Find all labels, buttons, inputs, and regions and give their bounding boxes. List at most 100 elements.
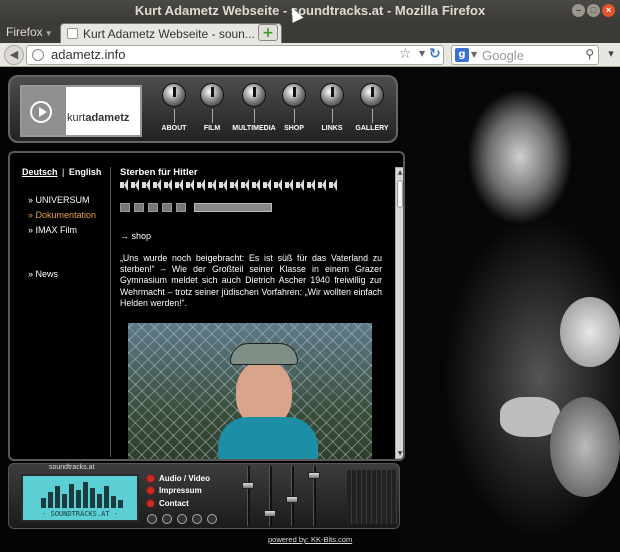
lcd-label: soundtracks.at <box>49 464 95 471</box>
fader-handle[interactable] <box>242 482 254 489</box>
mixer-panel: soundtracks.at - SOUNDTRACKS.AT - Audio … <box>8 463 400 529</box>
knob-stem <box>173 109 175 123</box>
nav-knob-links[interactable]: LINKS <box>310 83 354 132</box>
audio-video-link[interactable]: Audio / Video <box>147 474 210 483</box>
speaker-icon <box>153 179 164 191</box>
artist-photo <box>400 67 620 552</box>
firefox-menu-button[interactable]: Firefox ▼ <box>6 25 53 39</box>
nav-knob-film[interactable]: FILM <box>190 83 234 132</box>
nav-label-film[interactable]: FILM <box>190 125 234 132</box>
prev-control-icon[interactable] <box>177 514 187 524</box>
knob-stem <box>371 109 373 123</box>
site-logo[interactable]: kurtadametz <box>20 85 142 137</box>
led-icon <box>147 475 154 482</box>
article-title: Sterben für Hitler <box>120 167 198 178</box>
toolbar-overflow-icon[interactable]: ▾ <box>604 47 618 62</box>
drum-image <box>560 297 620 367</box>
contact-label[interactable]: Contact <box>159 499 189 508</box>
content-scrollbar[interactable]: ▲ ▼ <box>395 167 403 459</box>
fader-track <box>247 466 250 526</box>
pause-icon[interactable] <box>148 203 158 212</box>
speaker-grille <box>347 470 397 524</box>
article-quote: „Uns wurde noch beigebracht: Es ist süß … <box>120 253 382 308</box>
maximize-button[interactable]: □ <box>587 4 600 17</box>
speaker-icon <box>241 179 252 191</box>
search-icon[interactable]: ⚲ <box>585 47 594 61</box>
nav-knob-gallery[interactable]: GALLERY <box>350 83 394 132</box>
url-bar[interactable]: adametz.info ☆ ▼ ↻ <box>26 45 444 65</box>
sidebar-item-dokumentation[interactable]: » Dokumentation <box>28 210 96 220</box>
search-box[interactable]: g ▼ Google ⚲ <box>451 45 599 65</box>
knob-icon <box>282 83 306 107</box>
impressum-label[interactable]: Impressum <box>159 486 202 495</box>
stop-icon[interactable] <box>162 203 172 212</box>
led-icon <box>147 487 154 494</box>
speaker-icon <box>263 179 274 191</box>
progress-bar[interactable] <box>194 203 272 212</box>
jacket-shape <box>218 417 318 459</box>
engine-dropdown-icon[interactable]: ▼ <box>471 50 477 59</box>
navigation-bar: ◀ adametz.info ☆ ▼ ↻ g ▼ Google ⚲ ▾ <box>0 43 620 67</box>
tab-active[interactable]: Kurt Adametz Webseite - soun... ✕ <box>60 23 282 43</box>
language-switcher: Deutsch | English <box>22 167 112 177</box>
minimize-button[interactable]: – <box>572 4 585 17</box>
forward-icon[interactable] <box>176 203 186 212</box>
next-control-icon[interactable] <box>192 514 202 524</box>
knob-stem <box>293 109 295 123</box>
audio-video-label[interactable]: Audio / Video <box>159 474 210 483</box>
speaker-icon <box>186 179 197 191</box>
language-english-link[interactable]: English <box>69 167 102 177</box>
eq-bar <box>55 486 60 508</box>
new-tab-button[interactable]: + <box>258 24 278 41</box>
shop-link[interactable]: → shop <box>120 231 151 241</box>
pause-control-icon[interactable] <box>162 514 172 524</box>
stop-control-icon[interactable] <box>207 514 217 524</box>
powered-by-link[interactable]: powered by: KK-Bits.com <box>268 535 352 544</box>
knob-icon <box>360 83 384 107</box>
impressum-link[interactable]: Impressum <box>147 486 202 495</box>
history-dropdown-icon[interactable]: ▼ <box>419 49 425 58</box>
play-control-icon[interactable] <box>147 514 157 524</box>
nav-label-links[interactable]: LINKS <box>310 125 354 132</box>
fader-handle[interactable] <box>286 496 298 503</box>
nav-label-multimedia[interactable]: MULTIMEDIA <box>232 125 276 132</box>
search-placeholder[interactable]: Google <box>482 48 524 63</box>
reload-icon[interactable]: ↻ <box>429 46 441 62</box>
drum-lower-image <box>550 397 620 497</box>
nav-label-gallery[interactable]: GALLERY <box>350 125 394 132</box>
firefox-menu-label: Firefox <box>6 25 43 39</box>
fader-handle[interactable] <box>308 472 320 479</box>
scroll-thumb[interactable] <box>397 180 403 208</box>
scroll-down-icon[interactable]: ▼ <box>396 450 403 457</box>
audio-player <box>120 203 280 213</box>
fader-handle[interactable] <box>264 510 276 517</box>
sidebar-item-universum[interactable]: » UNIVERSUM <box>28 195 90 205</box>
close-window-button[interactable]: × <box>602 4 615 17</box>
knob-stem <box>211 109 213 123</box>
lcd-display[interactable]: - SOUNDTRACKS.AT - <box>21 474 139 522</box>
eq-bar <box>97 494 102 508</box>
speaker-icon <box>296 179 307 191</box>
nav-knob-multimedia[interactable]: MULTIMEDIA <box>232 83 276 132</box>
eq-bar <box>69 484 74 508</box>
eq-bar <box>90 488 95 508</box>
window-title: Kurt Adametz Webseite - soundtracks.at -… <box>134 3 486 18</box>
speaker-icon <box>329 179 340 191</box>
scroll-up-icon[interactable]: ▲ <box>396 169 403 176</box>
sidebar-item-imax-film[interactable]: » IMAX Film <box>28 225 77 235</box>
sidebar-item-news[interactable]: » News <box>28 269 58 279</box>
tab-bar: Firefox ▼ Kurt Adametz Webseite - soun...… <box>0 22 620 43</box>
rewind-icon[interactable] <box>120 203 130 212</box>
bookmark-star-icon[interactable]: ☆ <box>399 46 412 62</box>
url-text[interactable]: adametz.info <box>51 47 125 62</box>
back-button[interactable]: ◀ <box>4 45 24 65</box>
eq-bar <box>76 490 81 508</box>
speaker-icon <box>131 179 142 191</box>
language-deutsch-link[interactable]: Deutsch <box>22 167 58 177</box>
contact-link[interactable]: Contact <box>147 499 189 508</box>
play-button-icon[interactable] <box>134 203 144 212</box>
web-page: kurtadametz ABOUT FILM MULTIMEDIA SHOP L… <box>0 67 620 552</box>
google-engine-icon[interactable]: g <box>455 48 469 62</box>
logo-wordmark: kurtadametz <box>67 112 129 124</box>
elderly-man-figure <box>218 341 318 459</box>
